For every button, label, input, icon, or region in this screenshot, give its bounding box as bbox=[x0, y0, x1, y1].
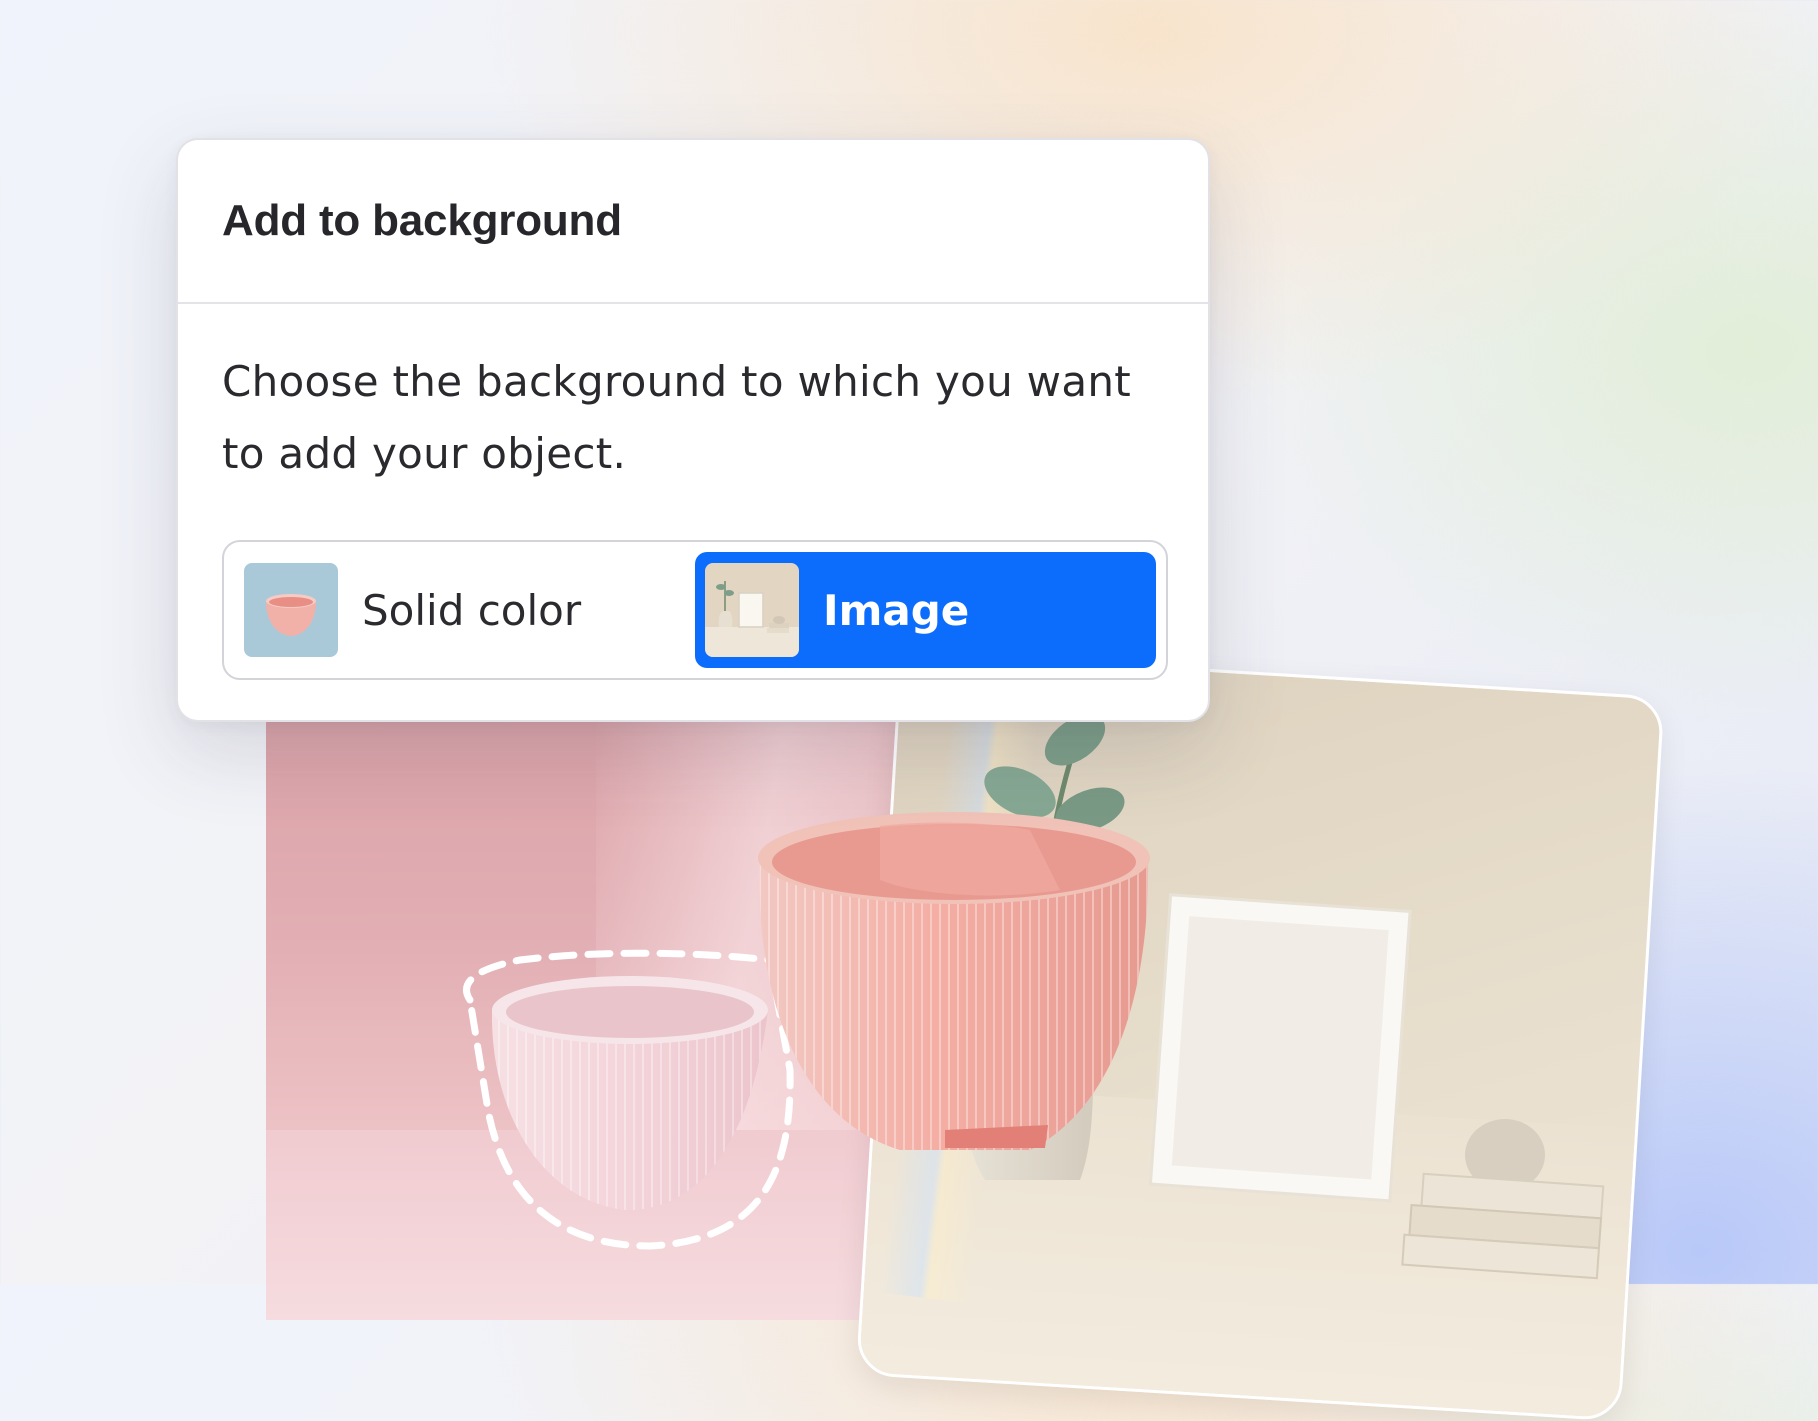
books bbox=[1401, 1172, 1605, 1280]
dialog-title: Add to background bbox=[222, 196, 622, 245]
option-solid-color-label: Solid color bbox=[362, 585, 582, 635]
original-bowl bbox=[491, 976, 768, 1211]
dialog-description: Choose the background to which you want … bbox=[222, 357, 1132, 478]
bowl-on-blue-icon bbox=[244, 563, 338, 657]
add-to-background-dialog: Add to background Choose the background … bbox=[176, 138, 1210, 722]
picture-frame bbox=[1148, 893, 1412, 1203]
dialog-header: Add to background bbox=[178, 140, 1208, 304]
option-solid-color[interactable]: Solid color bbox=[234, 552, 695, 668]
option-image[interactable]: Image bbox=[695, 552, 1156, 668]
interior-scene-icon bbox=[705, 563, 799, 657]
background-type-selector: Solid color Image bbox=[222, 540, 1168, 680]
option-image-label: Image bbox=[823, 585, 970, 635]
